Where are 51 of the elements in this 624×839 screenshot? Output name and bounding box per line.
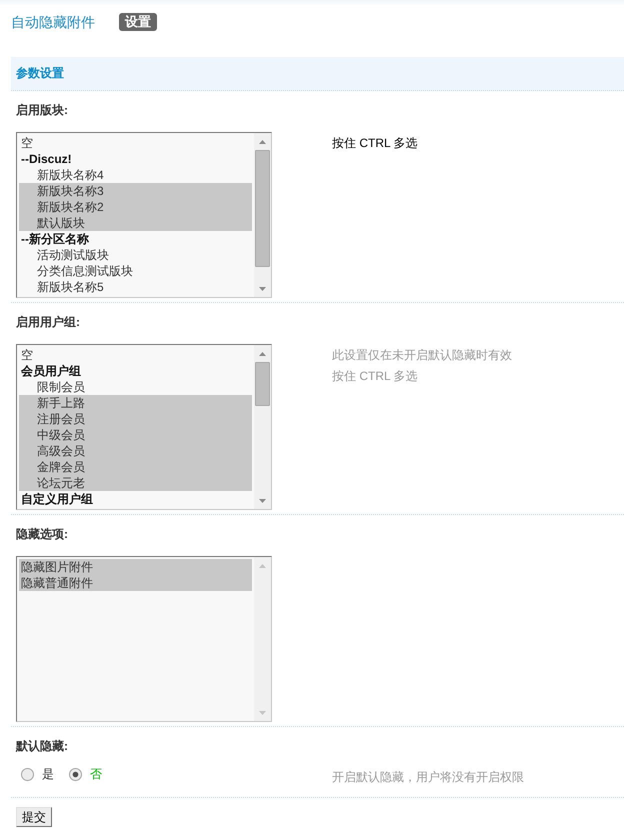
- list-option[interactable]: 空: [19, 347, 252, 363]
- list-box[interactable]: 空 会员用户组 限制会员 新手上路 注册会员 中级会员 高级会员 金牌会员 论坛元老 自定义用户组: [16, 344, 272, 510]
- list-option[interactable]: 新版块名称2: [19, 199, 252, 215]
- list-option[interactable]: 新手上路: [19, 395, 252, 411]
- option-group-label: 自定义用户组: [20, 491, 94, 507]
- scroll-up-icon[interactable]: [259, 140, 266, 144]
- option-group-label: --Discuz!: [20, 151, 73, 167]
- section-header: 参数设置: [11, 57, 624, 91]
- list-option[interactable]: 隐藏图片附件: [19, 559, 252, 575]
- scrollbar[interactable]: [254, 345, 271, 509]
- help-text: 此设置仅在未开启默认隐藏时有效: [332, 347, 513, 364]
- help-text: 开启默认隐藏，用户将没有开启权限: [332, 769, 525, 786]
- list-option[interactable]: 中级会员: [19, 427, 252, 443]
- scroll-down-icon[interactable]: [259, 286, 266, 290]
- radio-button[interactable]: [21, 768, 34, 780]
- option-group-label: 会员用户组: [20, 363, 82, 379]
- scroll-down-icon[interactable]: [259, 710, 266, 714]
- help-text: 按住 CTRL 多选: [332, 135, 419, 152]
- field-label: 隐藏选项:: [16, 527, 68, 541]
- tab[interactable]: 设置: [119, 13, 157, 31]
- list-option[interactable]: 新版块名称3: [19, 183, 252, 199]
- field-label: 默认隐藏:: [16, 739, 68, 753]
- list-option[interactable]: 默认版块: [19, 215, 252, 231]
- option-group-label: --新分区名称: [20, 231, 90, 247]
- list-option[interactable]: 新版块名称5: [19, 279, 252, 295]
- list-box[interactable]: 隐藏图片附件 隐藏普通附件: [16, 556, 272, 722]
- list-option[interactable]: 论坛元老: [19, 475, 252, 491]
- list-option[interactable]: 空: [19, 135, 252, 151]
- scrollbar-thumb[interactable]: [255, 362, 270, 406]
- scrollbar-thumb[interactable]: [255, 150, 270, 267]
- scroll-down-icon[interactable]: [259, 498, 266, 502]
- list-option[interactable]: 活动测试版块: [19, 247, 252, 263]
- scrollbar[interactable]: [254, 133, 271, 297]
- submit-button[interactable]: 提交: [16, 807, 52, 827]
- scroll-up-icon[interactable]: [259, 564, 266, 568]
- field-label: 启用用户组:: [16, 315, 80, 329]
- page-title: 自动隐藏附件: [11, 13, 95, 31]
- list-option[interactable]: 限制会员: [19, 379, 252, 395]
- radio-button[interactable]: [69, 768, 82, 780]
- field-label: 启用版块:: [16, 103, 68, 117]
- radio-label[interactable]: 是: [42, 766, 54, 782]
- list-option[interactable]: 新版块名称4: [19, 167, 252, 183]
- list-option[interactable]: 金牌会员: [19, 459, 252, 475]
- help-text: 按住 CTRL 多选: [332, 368, 419, 385]
- scroll-up-icon[interactable]: [259, 352, 266, 356]
- scrollbar[interactable]: [254, 557, 271, 721]
- list-option[interactable]: 注册会员: [19, 411, 252, 427]
- list-option[interactable]: 分类信息测试版块: [19, 263, 252, 279]
- list-box[interactable]: 空 --Discuz! 新版块名称4 新版块名称3 新版块名称2 默认版块 --新分区名称 活动测试版块 分类信息测试版块 新版块名称5: [16, 132, 272, 298]
- list-option[interactable]: 隐藏普通附件: [19, 575, 252, 591]
- list-option[interactable]: 高级会员: [19, 443, 252, 459]
